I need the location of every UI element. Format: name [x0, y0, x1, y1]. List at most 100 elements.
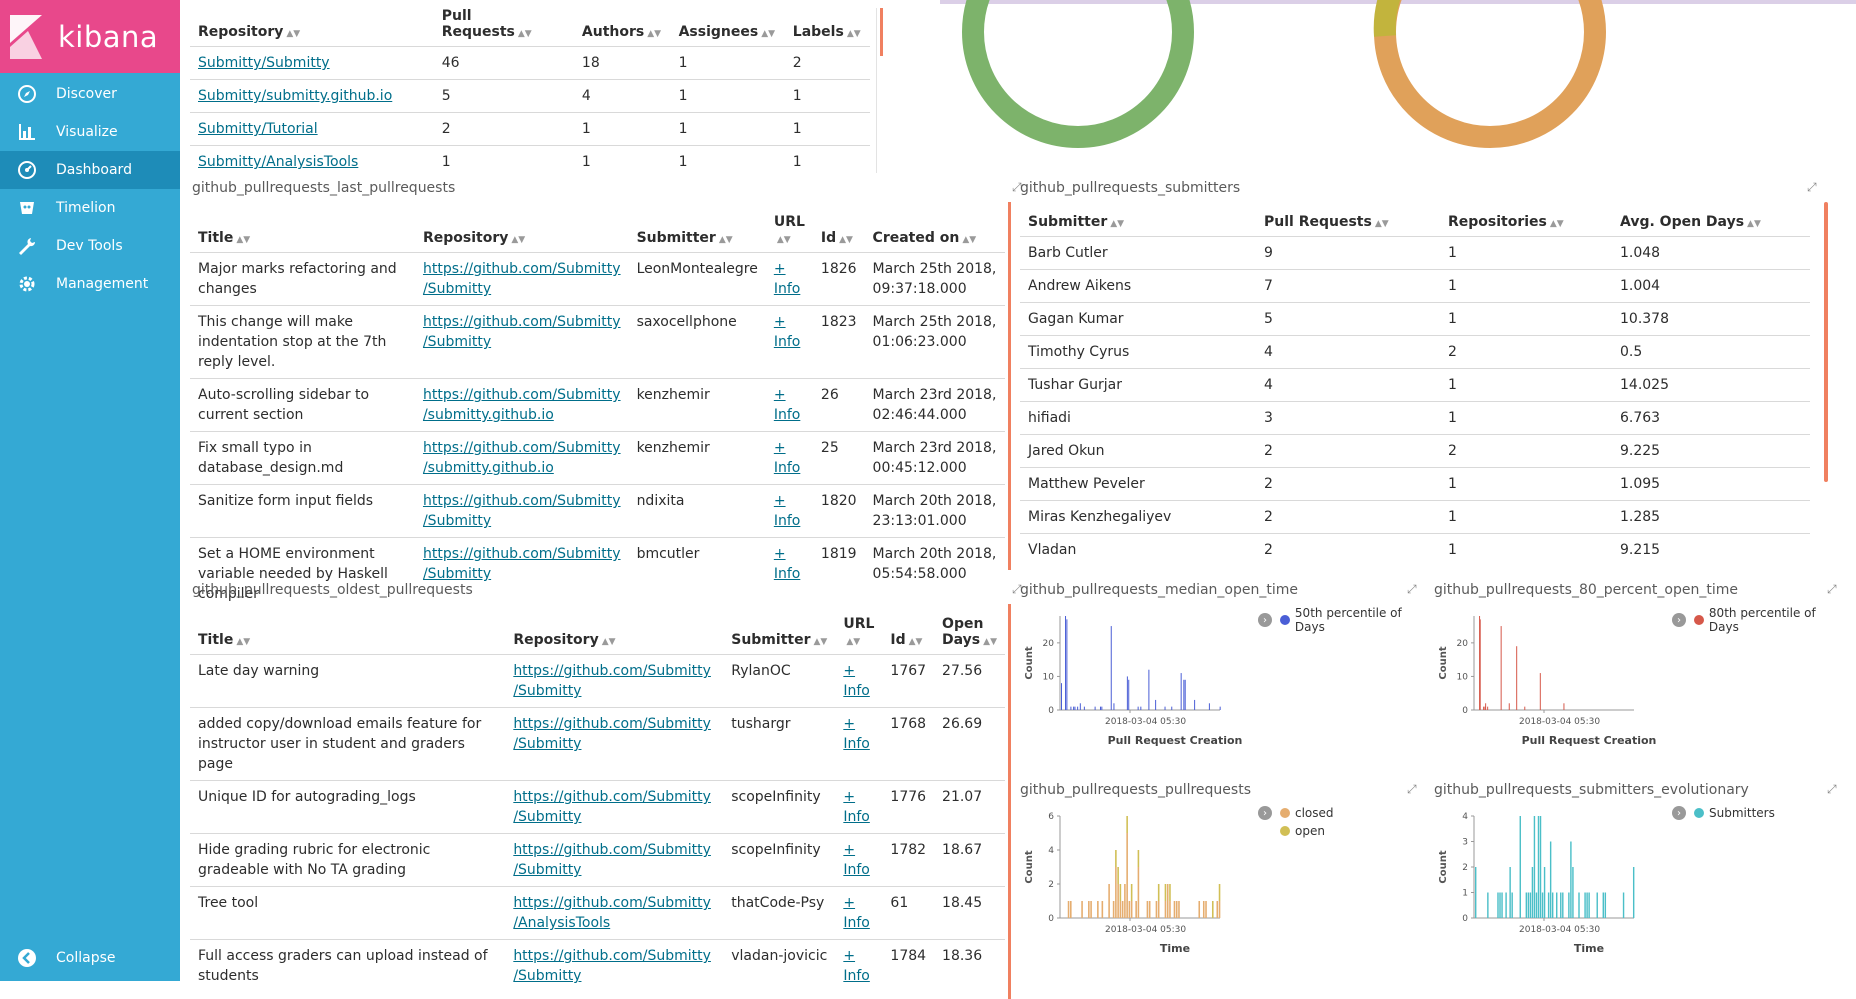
repo-link[interactable]: Submitty/AnalysisTools: [198, 154, 358, 170]
repo-link[interactable]: https://github.com/Submitty: [513, 842, 711, 858]
col-header-title[interactable]: Title ▲▼: [190, 616, 505, 655]
chart-bar[interactable]: [1173, 901, 1176, 918]
chart-bar[interactable]: [1205, 901, 1207, 918]
repo-link[interactable]: /submitty.github.io: [423, 407, 554, 423]
chart-bar[interactable]: [1146, 901, 1149, 918]
chart-bar[interactable]: [1586, 892, 1588, 919]
chart-bar[interactable]: [1568, 892, 1570, 919]
repo-link[interactable]: https://github.com/Submitty: [423, 440, 621, 456]
chart-bar[interactable]: [1074, 706, 1076, 710]
chart-bar[interactable]: [1108, 884, 1110, 918]
repo-link[interactable]: https://github.com/Submitty: [513, 789, 711, 805]
chart-bar[interactable]: [1572, 867, 1574, 918]
info-link[interactable]: +: [774, 493, 786, 509]
chart-bar[interactable]: [1148, 669, 1150, 710]
legend-toggle-icon[interactable]: ›: [1672, 613, 1686, 627]
chart-bar[interactable]: [1088, 901, 1090, 918]
legend[interactable]: › 80th percentile of Days: [1672, 606, 1849, 634]
info-link[interactable]: +: [774, 546, 786, 562]
chart-bar[interactable]: [1497, 892, 1499, 919]
repo-link[interactable]: https://github.com/Submitty: [513, 948, 711, 964]
chart-bar[interactable]: [1516, 646, 1518, 710]
chart-bar[interactable]: [1588, 892, 1590, 919]
chart-bar[interactable]: [1208, 703, 1210, 710]
chart-bar[interactable]: [1500, 626, 1502, 710]
chart-bar[interactable]: [1121, 901, 1124, 918]
chart-bar[interactable]: [1563, 703, 1565, 710]
chart-bar[interactable]: [1164, 901, 1167, 918]
col-header-repository[interactable]: Repository ▲▼: [505, 616, 723, 655]
repo-link[interactable]: /submitty.github.io: [423, 460, 554, 476]
nav-management[interactable]: Management: [0, 265, 180, 303]
repo-link[interactable]: /Submitty: [423, 281, 491, 297]
collapse-button[interactable]: Collapse: [0, 939, 180, 977]
scrollbar[interactable]: [880, 8, 883, 56]
chart-bar[interactable]: [1604, 892, 1607, 919]
legend[interactable]: › Submitters: [1672, 806, 1775, 820]
chart-bar[interactable]: [1099, 706, 1101, 710]
repo-link[interactable]: https://github.com/Submitty: [423, 546, 621, 562]
chart-bar[interactable]: [1137, 867, 1140, 918]
chart-bar[interactable]: [1218, 884, 1221, 901]
chart-bar[interactable]: [1065, 616, 1067, 710]
chart-bar[interactable]: [1135, 901, 1137, 918]
chart-bar[interactable]: [1164, 884, 1167, 901]
chart-bar[interactable]: [1499, 892, 1501, 919]
chart-bar[interactable]: [1081, 901, 1083, 918]
chart-bar[interactable]: [1137, 850, 1140, 867]
chart-bar[interactable]: [1115, 867, 1117, 918]
legend-toggle-icon[interactable]: ›: [1258, 613, 1272, 627]
legend[interactable]: › 50th percentile of Days: [1258, 606, 1435, 634]
nav-discover[interactable]: Discover: [0, 75, 180, 113]
chart-bar[interactable]: [1155, 699, 1157, 710]
chart-bar[interactable]: [1524, 706, 1526, 710]
chart-bar[interactable]: [1175, 901, 1178, 918]
col-header-title[interactable]: Title ▲▼: [190, 214, 415, 253]
chart-bar[interactable]: [1077, 706, 1079, 710]
chart-bar[interactable]: [1157, 901, 1160, 918]
info-link[interactable]: +: [843, 948, 855, 964]
chart-bar[interactable]: [1194, 699, 1196, 710]
expand-icon[interactable]: ⤢: [1407, 582, 1421, 596]
chart-bar[interactable]: [1112, 901, 1115, 918]
chart-bar[interactable]: [1115, 850, 1117, 867]
chart-bar[interactable]: [1101, 901, 1104, 918]
chart-bar[interactable]: [1531, 867, 1534, 918]
chart-bar[interactable]: [1198, 901, 1201, 918]
info-link[interactable]: +: [843, 842, 855, 858]
chart-bar[interactable]: [1067, 901, 1070, 918]
repo-link[interactable]: /Submitty: [423, 334, 491, 350]
chart-bar[interactable]: [1183, 679, 1185, 710]
chart-bar[interactable]: [1479, 619, 1481, 710]
chart-bar[interactable]: [1124, 884, 1126, 918]
chart-bar[interactable]: [1097, 901, 1099, 918]
col-header-repositories[interactable]: Repositories ▲▼: [1440, 214, 1612, 237]
chart-bar[interactable]: [1128, 679, 1130, 710]
col-header-id[interactable]: Id ▲▼: [813, 214, 865, 253]
chart-bar[interactable]: [1537, 816, 1540, 918]
chart-bar[interactable]: [1509, 867, 1511, 918]
chart-bar[interactable]: [1508, 703, 1510, 710]
chart-bar[interactable]: [1556, 892, 1558, 919]
repo-link[interactable]: Submitty/submitty.github.io: [198, 88, 392, 104]
chart-bar[interactable]: [1584, 892, 1586, 919]
repo-link[interactable]: /Submitty: [423, 566, 491, 582]
legend-toggle-icon[interactable]: ›: [1672, 806, 1686, 820]
repo-link[interactable]: Submitty/Submitty: [198, 55, 330, 71]
col-header-pull-requests[interactable]: Pull Requests ▲▼: [1256, 214, 1440, 237]
chart-bar[interactable]: [1511, 892, 1513, 919]
chart-bar[interactable]: [1119, 901, 1122, 918]
repo-link[interactable]: /Submitty: [423, 513, 491, 529]
donut-olive-slice[interactable]: [1373, 0, 1410, 37]
chart-bar[interactable]: [1211, 901, 1214, 918]
chart-bar[interactable]: [1535, 892, 1538, 919]
kibana-brand[interactable]: kibana: [0, 0, 180, 73]
info-link[interactable]: +: [774, 440, 786, 456]
info-link[interactable]: Info: [774, 460, 801, 476]
chart-bar[interactable]: [1560, 892, 1562, 919]
legend-toggle-icon[interactable]: ›: [1258, 806, 1272, 820]
chart-bar[interactable]: [1166, 884, 1169, 918]
col-header-labels[interactable]: Labels ▲▼: [785, 8, 870, 47]
chart-bar[interactable]: [1140, 706, 1142, 710]
chart-bar[interactable]: [1596, 892, 1598, 919]
